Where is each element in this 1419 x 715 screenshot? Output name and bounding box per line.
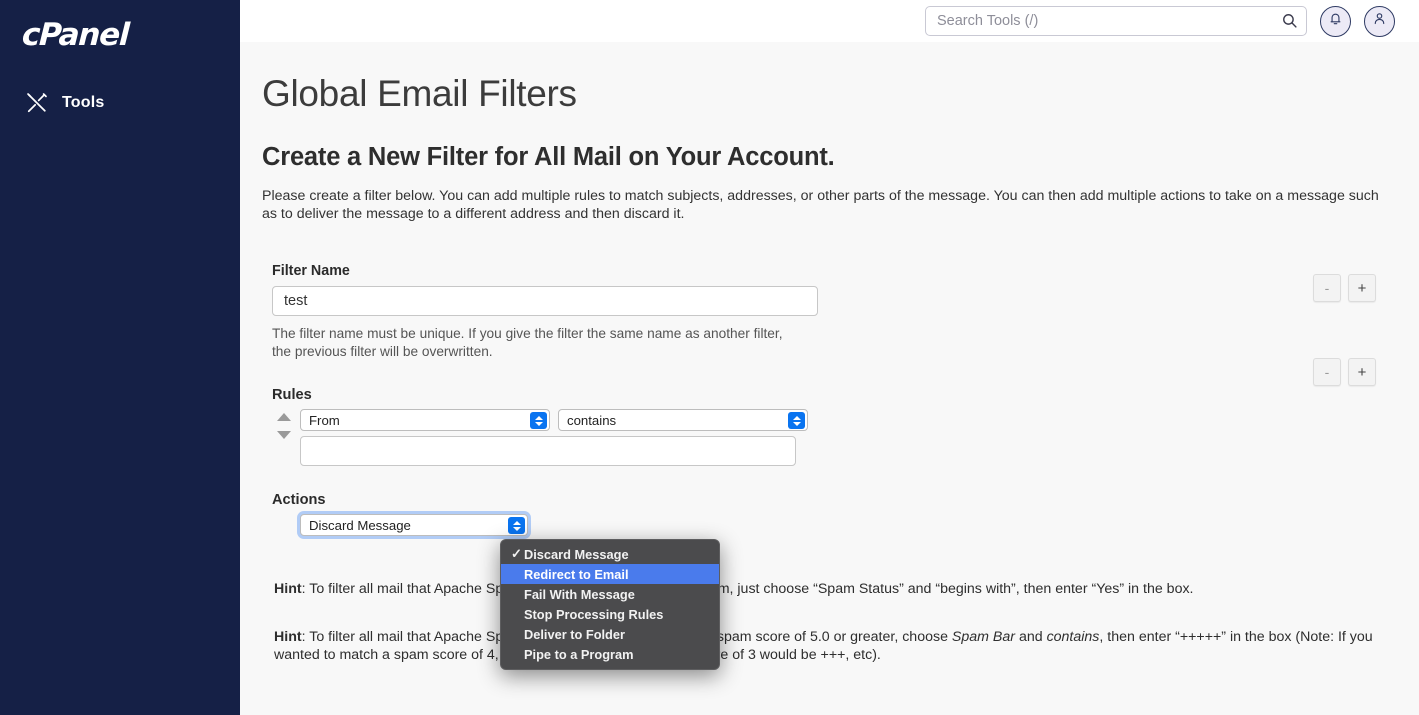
hint1-prefix: Hint (274, 581, 302, 597)
remove-rule-button[interactable]: - (1313, 274, 1341, 302)
caret-up-icon[interactable] (277, 413, 291, 421)
right-column: Global Email Filters Create a New Filter… (240, 0, 1419, 715)
dropdown-item-label: Fail With Message (524, 586, 635, 602)
bell-icon (1328, 11, 1343, 31)
dropdown-item[interactable]: Pipe to a Program (501, 644, 719, 664)
hint2-prefix: Hint (274, 629, 302, 645)
rule-field-select-value: From (309, 412, 340, 428)
hint-spam-status: Hint: To filter all mail that Apache Spa… (274, 580, 1399, 598)
hints: Hint: To filter all mail that Apache Spa… (272, 580, 1399, 664)
stepper-icon (530, 412, 547, 429)
dropdown-item-label: Redirect to Email (524, 566, 629, 582)
page-title: Global Email Filters (262, 73, 577, 114)
dropdown-item[interactable]: Redirect to Email (501, 564, 719, 584)
notifications-button[interactable] (1320, 5, 1351, 37)
page-description: Please create a filter below. You can ad… (262, 188, 1379, 222)
action-select-value: Discard Message (309, 517, 411, 533)
filter-form: Filter Name The filter name must be uniq… (262, 263, 1399, 664)
hint1-hidden-start: To filter all mail that Apach (309, 581, 475, 597)
account-button[interactable] (1364, 5, 1395, 37)
rule-row: From contains (272, 409, 1399, 466)
rule-row-buttons: - + (1313, 274, 1376, 302)
action-row-buttons: - + (1313, 358, 1376, 386)
dropdown-item[interactable]: Stop Processing Rules (501, 604, 719, 624)
filter-name-input[interactable] (272, 286, 818, 316)
rule-value-input[interactable] (300, 436, 796, 466)
dropdown-item[interactable]: Deliver to Folder (501, 624, 719, 644)
rule-field-select[interactable]: From (300, 409, 550, 431)
check-icon: ✓ (511, 546, 522, 561)
main-content: Global Email Filters Create a New Filter… (240, 42, 1419, 715)
remove-action-button[interactable]: - (1313, 358, 1341, 386)
action-select-dropdown[interactable]: ✓ Discard Message Redirect to Email Fail… (500, 539, 720, 670)
stepper-icon (508, 517, 525, 534)
cpanel-window: cPanel Tools Search Tools (/) Global Ema… (0, 0, 1419, 715)
dropdown-item-label: Deliver to Folder (524, 626, 625, 642)
hint-spam-bar: Hint: To filter all mail that Apache Spa… (274, 628, 1399, 664)
section-title: Create a New Filter for All Mail on Your… (262, 143, 835, 171)
stepper-icon (788, 412, 805, 429)
dropdown-item[interactable]: ✓ Discard Message (501, 544, 719, 564)
actions-label: Actions (272, 492, 326, 508)
hint2-em-spam-bar: Spam Bar (951, 629, 1015, 645)
dropdown-item-label: Discard Message (524, 546, 629, 562)
rule-operator-select[interactable]: contains (558, 409, 808, 431)
rule-operator-select-value: contains (567, 412, 617, 428)
topbar (240, 0, 1419, 42)
add-action-button[interactable]: + (1348, 358, 1376, 386)
search-input[interactable] (925, 6, 1307, 36)
sidebar-item-label: Tools (62, 94, 105, 111)
cpanel-logo-text: cPanel (21, 17, 130, 53)
search-box (925, 6, 1307, 36)
dropdown-item-label: Stop Processing Rules (524, 606, 664, 622)
rules-label: Rules (272, 387, 312, 403)
rule-selects: From contains (272, 409, 1399, 431)
dropdown-item[interactable]: Fail With Message (501, 584, 719, 604)
action-select[interactable]: Discard Message (300, 514, 528, 536)
caret-down-icon[interactable] (277, 431, 291, 439)
filter-name-help: The filter name must be unique. If you g… (272, 326, 783, 359)
dropdown-item-label: Pipe to a Program (524, 646, 634, 662)
filter-name-label: Filter Name (272, 263, 350, 279)
user-icon (1372, 11, 1387, 31)
action-row: Discard Message (272, 514, 1399, 536)
tools-icon (26, 92, 48, 114)
cpanel-logo[interactable]: cPanel (0, 0, 240, 62)
hint2-part-b: and (1015, 629, 1047, 645)
sidebar-item-tools[interactable]: Tools (0, 84, 240, 122)
hint2-em-contains: contains (1046, 629, 1100, 645)
action-selects: Discard Message (272, 514, 1399, 536)
sidebar: cPanel Tools (0, 0, 240, 715)
rule-reorder-controls (274, 413, 294, 439)
add-rule-button[interactable]: + (1348, 274, 1376, 302)
